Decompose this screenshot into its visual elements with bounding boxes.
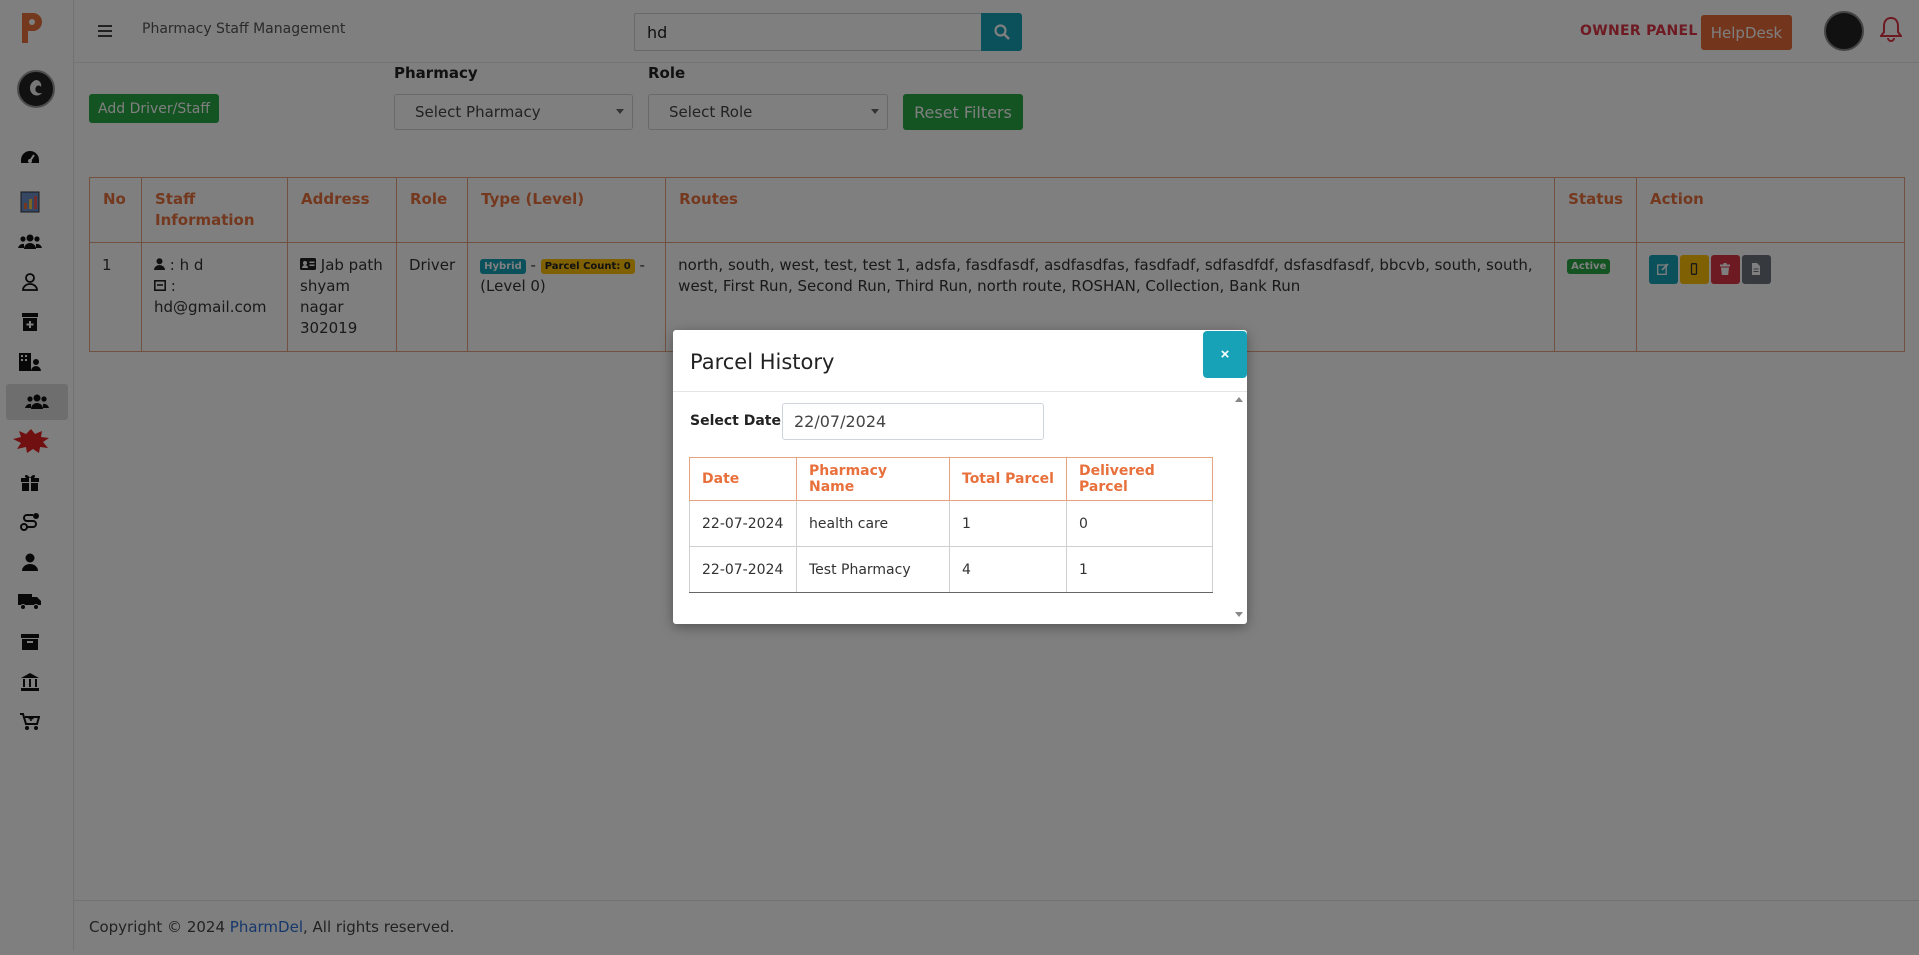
column-header: Total Parcel (949, 457, 1067, 501)
column-header: Delivered Parcel (1066, 457, 1213, 501)
table-header-row: Date Pharmacy Name Total Parcel Delivere… (689, 457, 1213, 501)
delivered-parcel-cell: 0 (1066, 500, 1213, 547)
parcel-history-modal: Parcel History × Select Date: Date Pharm… (673, 330, 1247, 624)
parcel-history-table: Date Pharmacy Name Total Parcel Delivere… (689, 457, 1213, 593)
scroll-down-arrow-icon[interactable] (1235, 612, 1243, 617)
pharmacy-name-cell: health care (796, 500, 950, 547)
date-cell: 22-07-2024 (689, 546, 797, 593)
select-date-label: Select Date: (690, 413, 787, 429)
scroll-up-arrow-icon[interactable] (1235, 397, 1243, 402)
pharmacy-name-cell: Test Pharmacy (796, 546, 950, 593)
modal-title: Parcel History (690, 350, 835, 374)
modal-header: Parcel History × (673, 330, 1247, 392)
column-header: Date (689, 457, 797, 501)
date-cell: 22-07-2024 (689, 500, 797, 547)
close-button[interactable]: × (1203, 331, 1247, 378)
column-header: Pharmacy Name (796, 457, 950, 501)
delivered-parcel-cell: 1 (1066, 546, 1213, 593)
total-parcel-cell: 4 (949, 546, 1067, 593)
modal-body: Select Date: Date Pharmacy Name Total Pa… (673, 392, 1233, 624)
table-row: 22-07-2024 Test Pharmacy 4 1 (689, 546, 1213, 593)
date-input[interactable] (782, 403, 1044, 440)
table-row: 22-07-2024 health care 1 0 (689, 500, 1213, 547)
total-parcel-cell: 1 (949, 500, 1067, 547)
